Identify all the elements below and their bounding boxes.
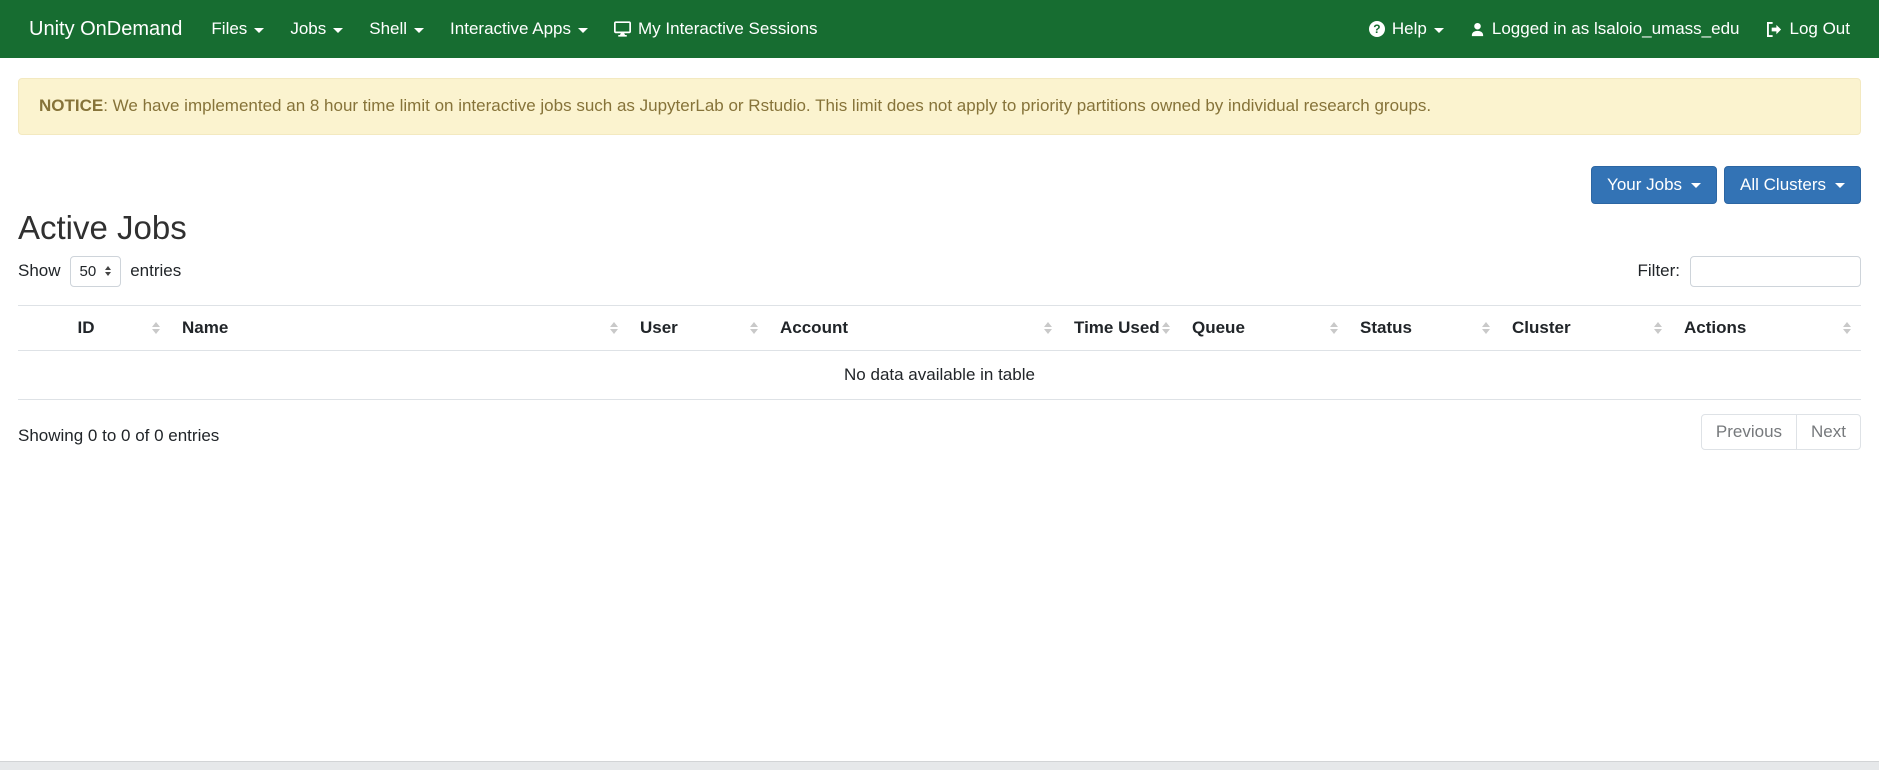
sort-icon	[152, 321, 160, 334]
nav-my-interactive-sessions-label: My Interactive Sessions	[638, 19, 818, 38]
chevron-down-icon	[578, 27, 589, 33]
horizontal-scrollbar[interactable]	[0, 761, 1879, 770]
nav-shell-label: Shell	[369, 19, 408, 38]
column-header-queue[interactable]: Queue	[1180, 304, 1348, 351]
notice-label: NOTICE	[39, 96, 104, 115]
main-content: Your Jobs All Clusters Active Jobs Show …	[0, 165, 1879, 450]
filter-control: Filter:	[1637, 255, 1861, 287]
sort-icon	[1482, 321, 1490, 334]
nav-interactive-apps-label: Interactive Apps	[450, 19, 572, 38]
notice-banner: NOTICE: We have implemented an 8 hour ti…	[18, 78, 1861, 135]
column-header-status[interactable]: Status	[1348, 304, 1500, 351]
filter-label: Filter:	[1637, 261, 1681, 281]
sort-icon	[750, 321, 758, 334]
all-clusters-button[interactable]: All Clusters	[1724, 165, 1861, 204]
nav-logout[interactable]: Log Out	[1766, 19, 1851, 39]
notice-text: : We have implemented an 8 hour time lim…	[103, 96, 1432, 115]
active-jobs-table: ID Name User Account Time Used Queue Sta…	[18, 304, 1861, 400]
logged-in-label: Logged in as lsaloio_umass_edu	[1491, 19, 1740, 38]
desktop-icon	[614, 21, 632, 37]
column-header-user[interactable]: User	[628, 304, 768, 351]
nav-jobs[interactable]: Jobs	[277, 0, 356, 58]
navbar-right: ? Help Logged in as lsaloio_umass_edu Lo…	[1368, 19, 1851, 39]
chevron-down-icon	[333, 27, 344, 33]
your-jobs-button[interactable]: Your Jobs	[1591, 165, 1718, 204]
chevron-down-icon	[1433, 27, 1444, 33]
column-header-cluster[interactable]: Cluster	[1500, 304, 1672, 351]
chevron-down-icon	[1835, 183, 1845, 189]
table-info: Showing 0 to 0 of 0 entries	[18, 425, 220, 445]
table-footer: Showing 0 to 0 of 0 entries Previous Nex…	[18, 413, 1861, 450]
logged-in-status: Logged in as lsaloio_umass_edu	[1470, 19, 1740, 39]
nav-jobs-label: Jobs	[290, 19, 327, 38]
nav-my-interactive-sessions[interactable]: My Interactive Sessions	[601, 0, 831, 58]
pagination-next[interactable]: Next	[1796, 413, 1861, 450]
chevron-down-icon	[414, 27, 425, 33]
column-header-name[interactable]: Name	[170, 304, 628, 351]
entries-label: entries	[130, 261, 182, 281]
chevron-down-icon	[1691, 183, 1702, 189]
page-length-control: Show 50 entries	[18, 255, 182, 287]
sort-icon	[1162, 321, 1170, 334]
empty-row: No data available in table	[18, 350, 1861, 400]
empty-table-message: No data available in table	[18, 350, 1861, 400]
page-length-value: 50	[79, 262, 97, 280]
sort-icon	[610, 321, 618, 334]
main-menu: Files Jobs Shell Interactive Apps My Int…	[198, 0, 830, 58]
nav-interactive-apps[interactable]: Interactive Apps	[437, 0, 601, 58]
table-header-row: ID Name User Account Time Used Queue Sta…	[18, 304, 1861, 351]
nav-shell[interactable]: Shell	[356, 0, 437, 58]
sort-icon	[1330, 321, 1338, 334]
column-header-id[interactable]: ID	[18, 304, 170, 351]
filter-input[interactable]	[1690, 255, 1861, 287]
pagination: Previous Next	[1700, 413, 1861, 450]
nav-help[interactable]: ? Help	[1368, 19, 1444, 39]
page-length-select[interactable]: 50	[69, 255, 122, 287]
column-header-actions[interactable]: Actions	[1672, 304, 1861, 351]
app-brand[interactable]: Unity OnDemand	[29, 18, 182, 41]
table-controls: Show 50 entries Filter:	[18, 255, 1861, 287]
column-header-time-used[interactable]: Time Used	[1062, 304, 1180, 351]
your-jobs-label: Your Jobs	[1607, 174, 1683, 194]
sort-icon	[1654, 321, 1662, 334]
nav-files[interactable]: Files	[198, 0, 277, 58]
all-clusters-label: All Clusters	[1740, 174, 1826, 194]
help-icon: ?	[1368, 21, 1385, 37]
nav-files-label: Files	[211, 19, 248, 38]
logout-icon	[1766, 21, 1783, 37]
chevron-down-icon	[254, 27, 265, 33]
nav-logout-label: Log Out	[1789, 19, 1851, 38]
user-icon	[1470, 22, 1485, 37]
page-title: Active Jobs	[18, 208, 187, 246]
show-label: Show	[18, 261, 61, 281]
filter-toolbar: Your Jobs All Clusters	[18, 165, 1861, 204]
column-header-account[interactable]: Account	[768, 304, 1062, 351]
pagination-previous[interactable]: Previous	[1700, 413, 1798, 450]
nav-help-label: Help	[1391, 19, 1427, 38]
sort-icon	[1843, 321, 1851, 334]
top-navbar: Unity OnDemand Files Jobs Shell Interact…	[0, 0, 1879, 58]
select-stepper-icon	[105, 266, 112, 277]
sort-icon	[1044, 321, 1052, 334]
